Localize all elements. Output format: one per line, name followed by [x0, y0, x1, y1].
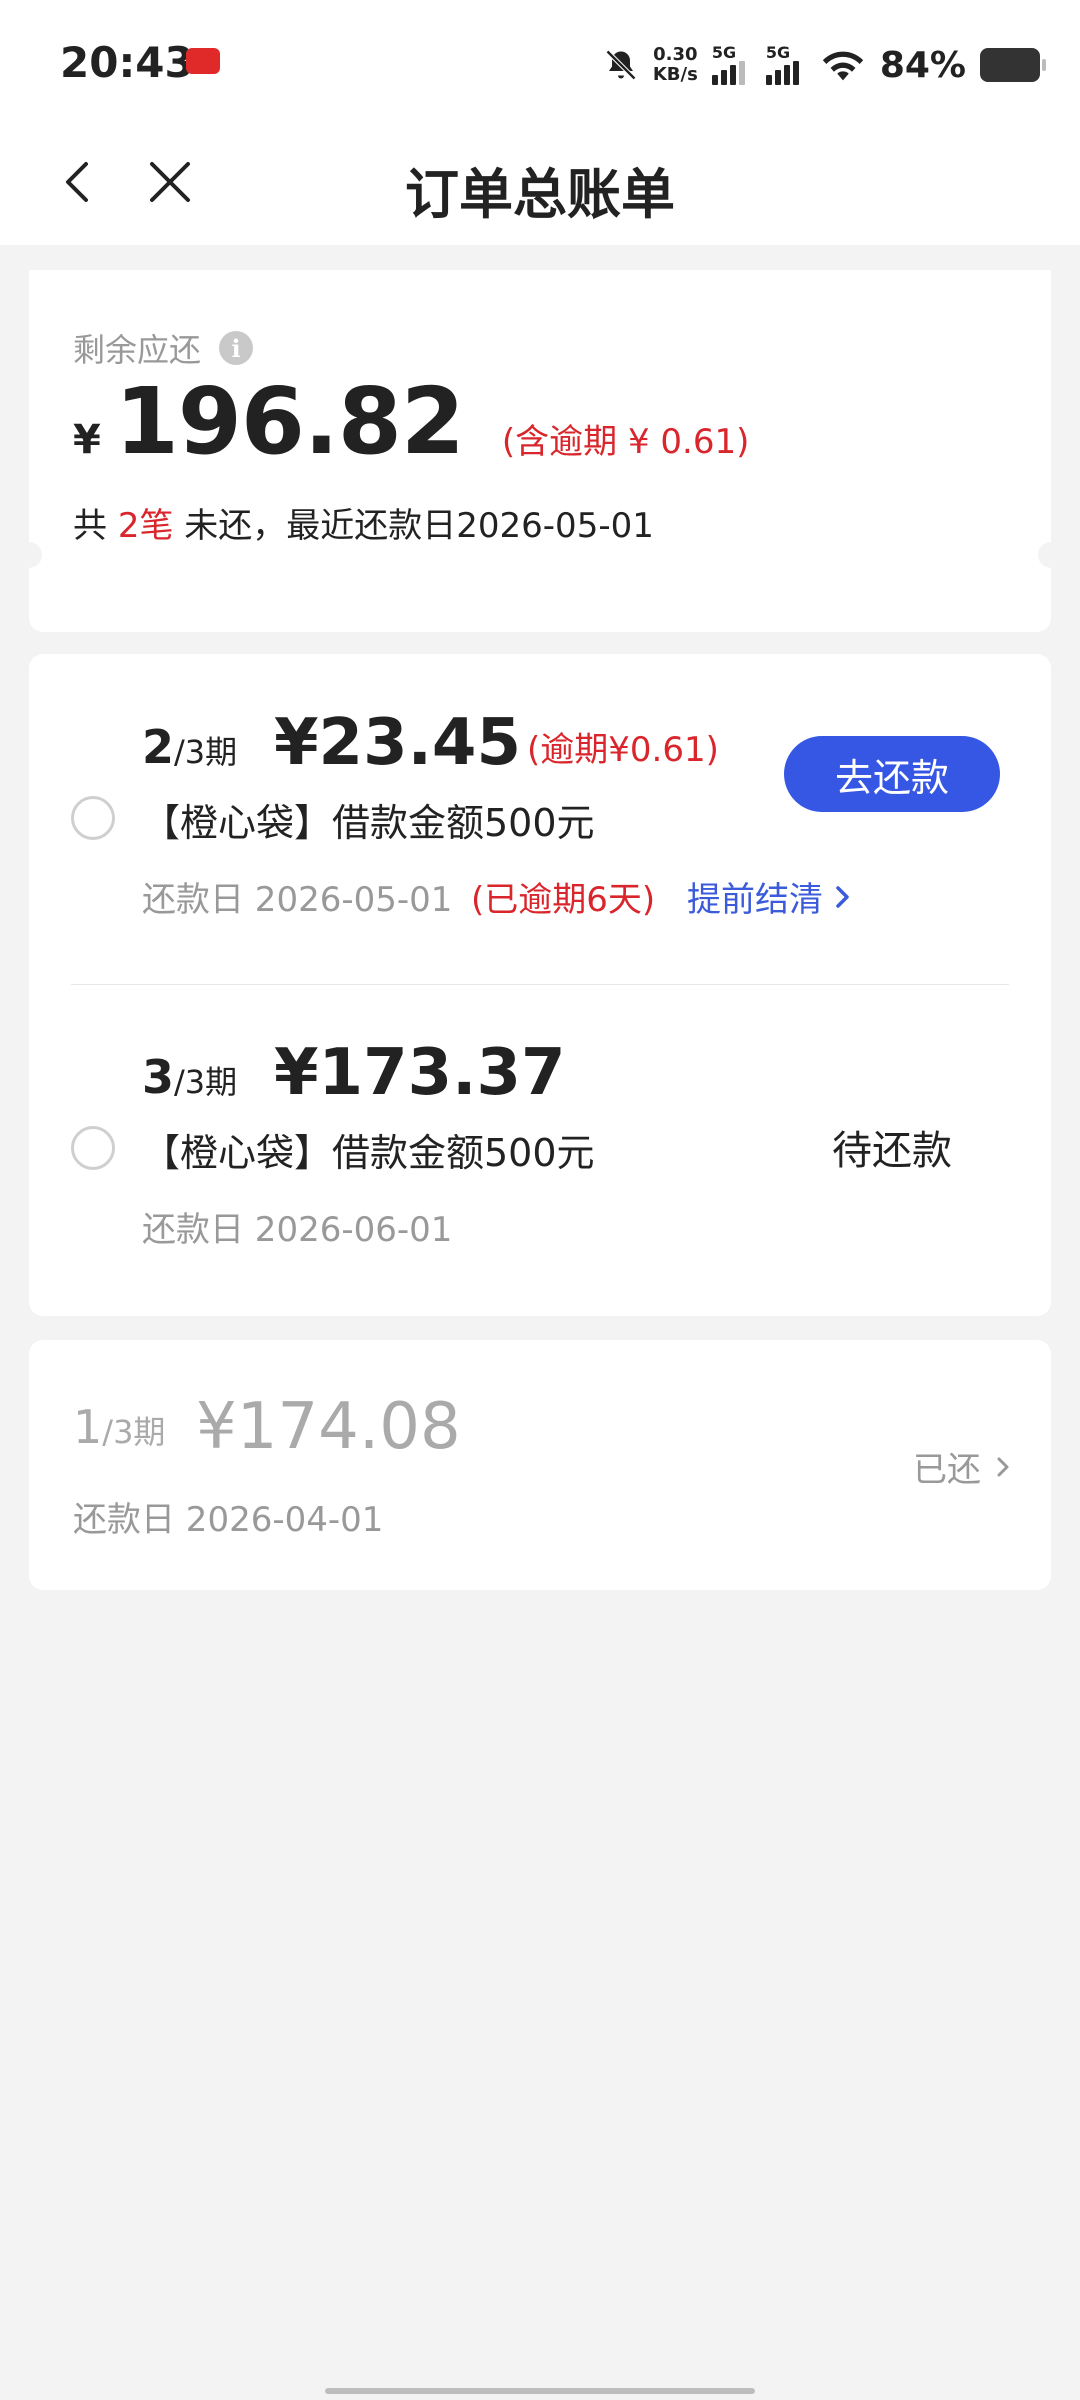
installment-overdue: (逾期¥0.61): [527, 730, 719, 770]
installment-amount: ¥173.37: [274, 1036, 566, 1110]
notification-icon: [186, 48, 220, 74]
card-notch: [1038, 542, 1064, 568]
remaining-amount: ¥ 196.82 (含逾期 ¥ 0.61): [73, 368, 749, 475]
due-date: 还款日 2026-06-01: [142, 1210, 453, 1250]
remaining-label-text: 剩余应还: [73, 331, 202, 369]
sim2-label: 5G: [765, 43, 791, 62]
wifi-icon: [822, 51, 863, 81]
card-notch: [16, 542, 42, 568]
period-total: /3期: [174, 733, 238, 771]
battery-icon: [980, 48, 1046, 82]
battery-percent: 84%: [879, 44, 966, 86]
status-indicators: 0.30 KB/s 5G 5G 84%: [603, 40, 1046, 90]
period-total: /3期: [102, 1413, 166, 1451]
overdue-note: (含逾期 ¥ 0.61): [501, 422, 750, 462]
status-bar: 20:43 0.30 KB/s 5G 5G 84%: [0, 0, 1080, 130]
late-days: (已逾期6天): [471, 880, 656, 920]
currency-symbol: ¥: [73, 417, 101, 463]
early-settle-label: 提前结清: [687, 880, 823, 920]
paid-amount: ¥174.08: [196, 1390, 461, 1464]
chevron-right-icon: [836, 885, 849, 908]
due-date: 还款日 2026-05-01: [142, 880, 453, 920]
early-settle-link[interactable]: 提前结清: [687, 872, 853, 921]
summary-line-suffix: 未还，最近还款日2026-05-01: [173, 506, 654, 546]
product-name: 【橙心袋】借款金额500元: [142, 801, 595, 845]
paid-status-label: 已还: [913, 1450, 981, 1490]
remaining-amount-value: 196.82: [114, 368, 465, 475]
signal-sim1-icon: 5G: [711, 43, 752, 85]
net-speed-unit: KB/s: [652, 64, 698, 85]
paid-installment-card[interactable]: 1 /3期 ¥174.08 还款日 2026-04-01 已还: [29, 1340, 1051, 1590]
period-total: /3期: [174, 1063, 238, 1101]
signal-sim2-icon: 5G: [765, 43, 806, 85]
product-name: 【橙心袋】借款金额500元: [142, 1131, 595, 1175]
period-number: 1: [73, 1400, 103, 1454]
net-speed: 0.30 KB/s: [653, 45, 698, 85]
remaining-label: 剩余应还 i: [73, 325, 254, 371]
unpaid-count: 2笔: [117, 506, 174, 546]
net-speed-value: 0.30: [653, 44, 698, 65]
home-indicator[interactable]: [325, 2388, 755, 2394]
pending-status: 待还款: [832, 1128, 952, 1174]
period-number: 3: [142, 1050, 175, 1104]
sim1-label: 5G: [711, 43, 737, 62]
period-label: 3 /3期: [142, 1050, 237, 1104]
chevron-right-icon: [997, 1457, 1009, 1476]
page-title: 订单总账单: [405, 163, 675, 226]
select-radio[interactable]: [71, 796, 115, 840]
installments-card: 2 /3期 ¥23.45 (逾期¥0.61) 【橙心袋】借款金额500元 还款日…: [29, 654, 1051, 1316]
period-label: 1 /3期: [73, 1400, 165, 1454]
repay-button[interactable]: 去还款: [784, 736, 1000, 812]
summary-line-prefix: 共: [73, 506, 118, 546]
paid-status-link[interactable]: 已还: [913, 1442, 1011, 1491]
installment-amount: ¥23.45: [274, 706, 521, 780]
mute-bell-icon: [605, 49, 636, 81]
period-number: 2: [142, 720, 175, 774]
summary-line: 共 2笔 未还，最近还款日2026-05-01: [73, 498, 654, 547]
info-icon[interactable]: i: [219, 331, 254, 365]
period-label: 2 /3期: [142, 720, 237, 774]
select-radio[interactable]: [71, 1126, 115, 1170]
nav-bar: 订单总账单: [0, 130, 1080, 245]
due-date: 还款日 2026-04-01: [73, 1500, 384, 1540]
summary-card: 剩余应还 i ¥ 196.82 (含逾期 ¥ 0.61) 共 2笔 未还，最近还…: [16, 270, 1064, 632]
installment-row: 2 /3期 ¥23.45 (逾期¥0.61) 【橙心袋】借款金额500元 还款日…: [29, 654, 1051, 984]
status-time: 20:43: [60, 38, 194, 87]
